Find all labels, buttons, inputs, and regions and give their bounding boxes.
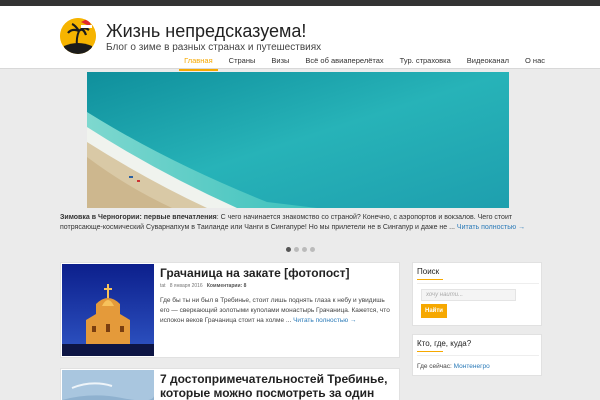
divider xyxy=(417,283,539,284)
nav-item-visas[interactable]: Визы xyxy=(266,56,294,71)
post-thumbnail[interactable] xyxy=(62,370,154,400)
post-card: 7 достопримечательностей Требинье, котор… xyxy=(60,368,400,400)
nav-item-insurance[interactable]: Тур. страховка xyxy=(395,56,456,71)
search-widget: Поиск Найти xyxy=(412,262,542,326)
post-title[interactable]: Грачаница на закате [фотопост] xyxy=(160,266,396,280)
slider-read-more-link[interactable]: Читать полностью → xyxy=(457,224,525,231)
post-author[interactable]: tat xyxy=(160,283,166,289)
site-title[interactable]: Жизнь непредсказуема! xyxy=(106,21,306,42)
post-read-more-link[interactable]: Читать полностью → xyxy=(293,317,356,324)
post-card: Грачаница на закате [фотопост] tat 8 янв… xyxy=(60,262,400,358)
current-location-label: Где сейчас: xyxy=(417,363,454,370)
divider xyxy=(417,355,539,356)
nav-item-home[interactable]: Главная xyxy=(179,56,218,71)
search-button[interactable]: Найти xyxy=(421,304,447,318)
main-nav: Главная Страны Визы Всё об авиаперелётах… xyxy=(173,56,550,71)
post-meta: tat 8 января 2016 Комментарии: 8 xyxy=(160,283,246,289)
site-logo[interactable] xyxy=(60,18,96,54)
site-tagline: Блог о зиме в разных странах и путешеств… xyxy=(106,42,322,53)
nav-item-video[interactable]: Видеоканал xyxy=(462,56,514,71)
search-input[interactable] xyxy=(421,289,516,301)
slider-caption: Зимовка в Черногории: первые впечатления… xyxy=(60,213,540,233)
slider-dot[interactable] xyxy=(294,247,299,252)
post-date: 8 января 2016 xyxy=(169,283,203,289)
current-location: Где сейчас: Монтенегро xyxy=(417,363,490,370)
post-excerpt: Где бы ты ни был в Требинье, стоит лишь … xyxy=(160,296,394,326)
post-title[interactable]: 7 достопримечательностей Требинье, котор… xyxy=(160,372,396,400)
nav-item-about[interactable]: О нас xyxy=(520,56,550,71)
site-header: Жизнь непредсказуема! Блог о зиме в разн… xyxy=(0,6,600,71)
slider-pagination xyxy=(286,247,315,252)
slider-dot[interactable] xyxy=(310,247,315,252)
location-widget: Кто, где, куда? Где сейчас: Монтенегро xyxy=(412,334,542,376)
post-comments-count[interactable]: Комментарии: 8 xyxy=(207,283,247,289)
slider-dot[interactable] xyxy=(302,247,307,252)
slider-dot[interactable] xyxy=(286,247,291,252)
post-thumbnail[interactable] xyxy=(62,264,154,356)
slider-caption-title[interactable]: Зимовка в Черногории: первые впечатления xyxy=(60,214,217,221)
nav-item-flights[interactable]: Всё об авиаперелётах xyxy=(300,56,388,71)
nav-item-countries[interactable]: Страны xyxy=(224,56,261,71)
widget-title: Кто, где, куда? xyxy=(417,339,537,352)
widget-title: Поиск xyxy=(417,267,537,280)
slider-image[interactable] xyxy=(87,72,509,208)
current-location-link[interactable]: Монтенегро xyxy=(454,363,490,370)
